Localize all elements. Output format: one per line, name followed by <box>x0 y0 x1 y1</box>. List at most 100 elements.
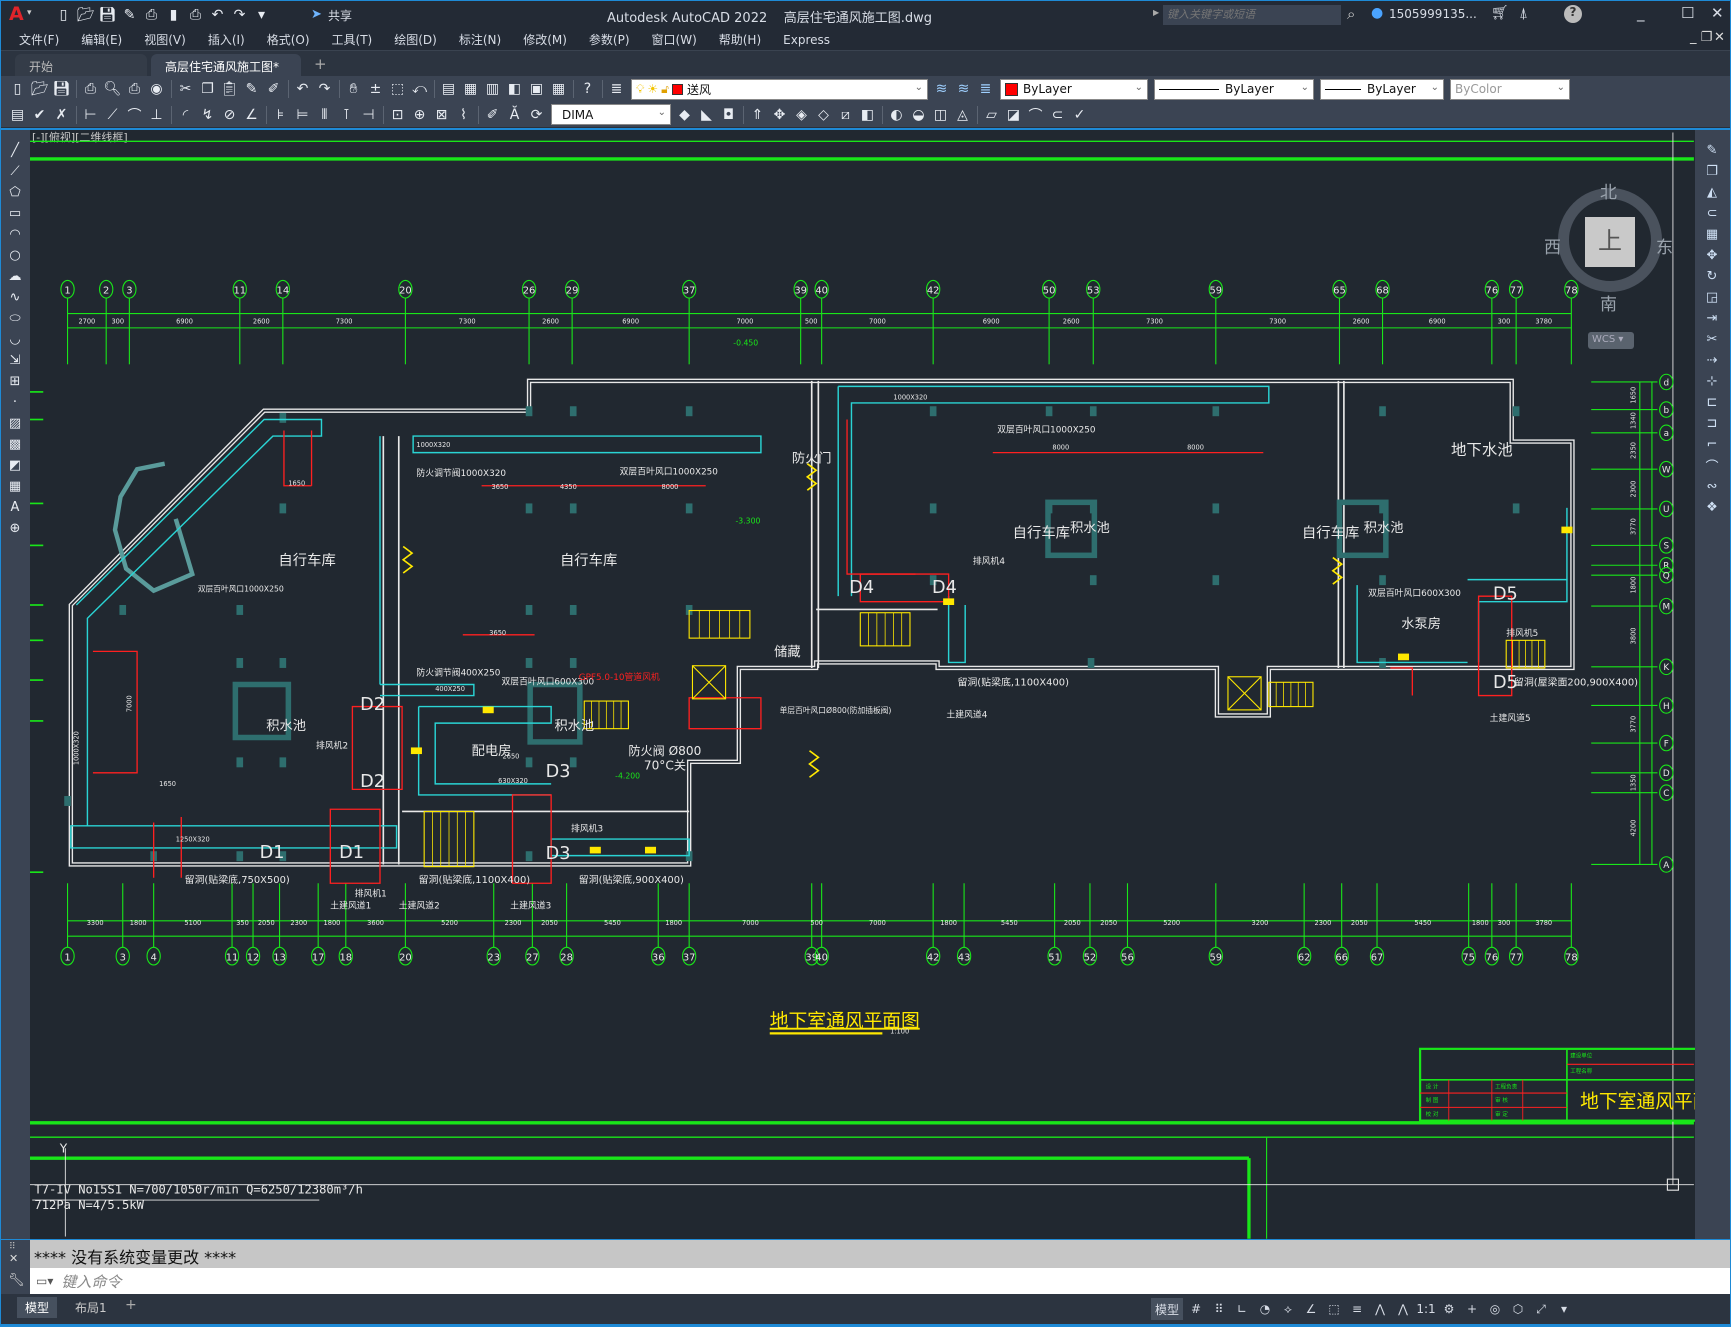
separate-icon[interactable]: ◫ <box>930 105 951 125</box>
wcs-menu[interactable]: WCS ▾ <box>1588 332 1634 349</box>
dim-style-icon[interactable]: ▤ <box>7 105 28 125</box>
new-icon[interactable]: ▯ <box>53 5 74 25</box>
cut-icon[interactable]: ✂ <box>175 79 196 99</box>
layer-manager-icon[interactable]: ≣ <box>606 79 627 99</box>
viewcube[interactable]: 上 北 南 西 东 WCS ▾ <box>1544 160 1680 360</box>
chevron-down-icon[interactable]: ⌄ <box>1431 82 1439 93</box>
aligned-dim-icon[interactable]: ⟋ <box>102 105 123 125</box>
inspect-icon[interactable]: ⊠ <box>431 105 452 125</box>
menu-item[interactable]: 视图(V) <box>134 31 196 48</box>
ellipse-arc-icon[interactable]: ◡ <box>5 329 26 349</box>
polyline-icon[interactable]: ⟋ <box>5 161 26 181</box>
diameter-icon[interactable]: ⊘ <box>219 105 240 125</box>
grip-icon[interactable]: ⠿ <box>9 1242 16 1252</box>
zoom-window-icon[interactable]: ⬚ <box>387 79 408 99</box>
customize-wrench-icon[interactable]: 🔧︎ <box>8 1273 25 1288</box>
layout-tab-model[interactable]: 模型 <box>17 1297 58 1318</box>
tool-palettes-icon[interactable]: ▥ <box>482 79 503 99</box>
plot-device-icon[interactable]: ▮ <box>163 5 184 25</box>
add-selected-icon[interactable]: ⊕ <box>5 518 26 538</box>
cylinder-icon[interactable]: ◘ <box>718 105 739 125</box>
model-space-button[interactable]: 模型 <box>1151 1298 1184 1320</box>
gradient-icon[interactable]: ▩ <box>5 434 26 454</box>
isolate-icon[interactable]: ◎ <box>1485 1298 1505 1320</box>
block-editor-icon[interactable]: ✐ <box>263 79 284 99</box>
make-current-layer-icon[interactable]: ≋ <box>931 79 952 99</box>
osnap-track-icon[interactable]: ∠ <box>1301 1298 1321 1320</box>
chevron-down-icon[interactable]: ⌄ <box>915 82 923 93</box>
extend-icon[interactable]: ⇢ <box>1702 350 1723 370</box>
zoom-previous-icon[interactable]: ⤺ <box>409 79 430 99</box>
new-tab-button[interactable]: + <box>314 55 327 73</box>
break-icon[interactable]: ⊏ <box>1702 392 1723 412</box>
menu-item[interactable]: 编辑(E) <box>71 31 132 48</box>
color-dropdown[interactable]: ByLayer ⌄ <box>1000 78 1148 100</box>
make-block-icon[interactable]: ⊞ <box>5 371 26 391</box>
open-icon[interactable]: 📂︎ <box>29 79 50 99</box>
drawing-restore-button[interactable]: _ ❐ <box>1690 30 1712 45</box>
menu-item[interactable]: 格式(O) <box>257 31 320 48</box>
scale-icon[interactable]: ◲ <box>1702 287 1723 307</box>
dimstyle-dropdown[interactable]: DIMA ⌄ <box>551 104 671 125</box>
quick-dim-icon[interactable]: ⊧ <box>270 105 291 125</box>
circle-icon[interactable]: ○ <box>5 245 26 265</box>
annotation-visibility-icon[interactable]: ⋀ <box>1370 1298 1390 1320</box>
search-expand-icon[interactable]: ▶ <box>1153 8 1159 17</box>
union-icon[interactable]: ◈ <box>791 105 812 125</box>
table-icon[interactable]: ▦ <box>5 476 26 496</box>
autoscale-icon[interactable]: ⋀ <box>1393 1298 1413 1320</box>
cart-icon[interactable]: 🛒︎ <box>1491 5 1509 21</box>
break-point-icon[interactable]: ⊹ <box>1702 371 1723 391</box>
menu-item[interactable]: 参数(P) <box>579 31 640 48</box>
compass-north[interactable]: 北 <box>1600 178 1617 203</box>
menu-item[interactable]: 帮助(H) <box>709 31 771 48</box>
print-icon[interactable]: ⎙ <box>185 5 206 25</box>
layer-freeze-icon[interactable]: ☀ <box>647 82 658 96</box>
paste-icon[interactable]: 📋︎ <box>219 79 240 99</box>
properties-icon[interactable]: ▤ <box>438 79 459 99</box>
mtext-icon[interactable]: A <box>5 497 26 517</box>
ortho-icon[interactable]: ∟ <box>1232 1298 1252 1320</box>
annotation-scale-icon[interactable]: 1:1 <box>1416 1298 1436 1320</box>
arc-icon[interactable]: ◠ <box>5 224 26 244</box>
dim-space-icon[interactable]: ⊺ <box>336 105 357 125</box>
menu-item[interactable]: 修改(M) <box>513 31 577 48</box>
layout-tab-layout1[interactable]: 布局1 <box>67 1297 115 1318</box>
tolerance-icon[interactable]: ⊡ <box>387 105 408 125</box>
calculator-icon[interactable]: ▦ <box>548 79 569 99</box>
trim-icon[interactable]: ✂ <box>1702 329 1723 349</box>
hardware-accel-icon[interactable]: ⬡ <box>1508 1298 1528 1320</box>
dim-update-icon[interactable]: ⟳ <box>526 105 547 125</box>
menu-item[interactable]: 绘图(D) <box>384 31 447 48</box>
user-account[interactable]: 1505999135... <box>1389 7 1477 21</box>
design-center-icon[interactable]: ▦ <box>460 79 481 99</box>
saveas-icon[interactable]: ✎ <box>119 5 140 25</box>
chevron-down-icon[interactable]: ⌄ <box>658 107 666 118</box>
search-input[interactable] <box>1163 5 1341 25</box>
isodraft-icon[interactable]: ⟡ <box>1278 1298 1298 1320</box>
minimize-button[interactable]: _ <box>1637 4 1645 22</box>
tab-start[interactable]: 开始 <box>15 54 147 77</box>
help-icon[interactable]: ? <box>1564 5 1582 23</box>
center-mark-icon[interactable]: ⊕ <box>409 105 430 125</box>
dim-edit-icon[interactable]: ✐ <box>482 105 503 125</box>
app-menu-button[interactable]: A <box>9 3 24 25</box>
point-icon[interactable]: · <box>5 392 26 412</box>
help-icon[interactable]: ? <box>577 79 598 99</box>
share-icon[interactable]: ➤ <box>311 7 322 22</box>
layer-on-icon[interactable]: 💡︎ <box>636 82 644 97</box>
user-icon[interactable]: ● <box>1371 5 1383 21</box>
layer-previous-icon[interactable]: ≋ <box>953 79 974 99</box>
solidedit-icon[interactable]: ◪ <box>1003 105 1024 125</box>
viewcube-face-top[interactable]: 上 <box>1585 217 1635 267</box>
redo-icon[interactable]: ↷ <box>314 79 335 99</box>
subtract-icon[interactable]: ◇ <box>813 105 834 125</box>
offset-icon[interactable]: ⊂ <box>1047 105 1068 125</box>
flatten-icon[interactable]: ▱ <box>981 105 1002 125</box>
publish-icon[interactable]: ⎙ <box>141 5 162 25</box>
drawing-close-button[interactable]: ✕ <box>1714 30 1725 45</box>
menu-item[interactable]: 工具(T) <box>322 31 383 48</box>
preview-icon[interactable]: 🔍︎ <box>102 79 123 99</box>
dim-check-icon[interactable]: ✔ <box>29 105 50 125</box>
rectangle-icon[interactable]: ▭ <box>5 203 26 223</box>
